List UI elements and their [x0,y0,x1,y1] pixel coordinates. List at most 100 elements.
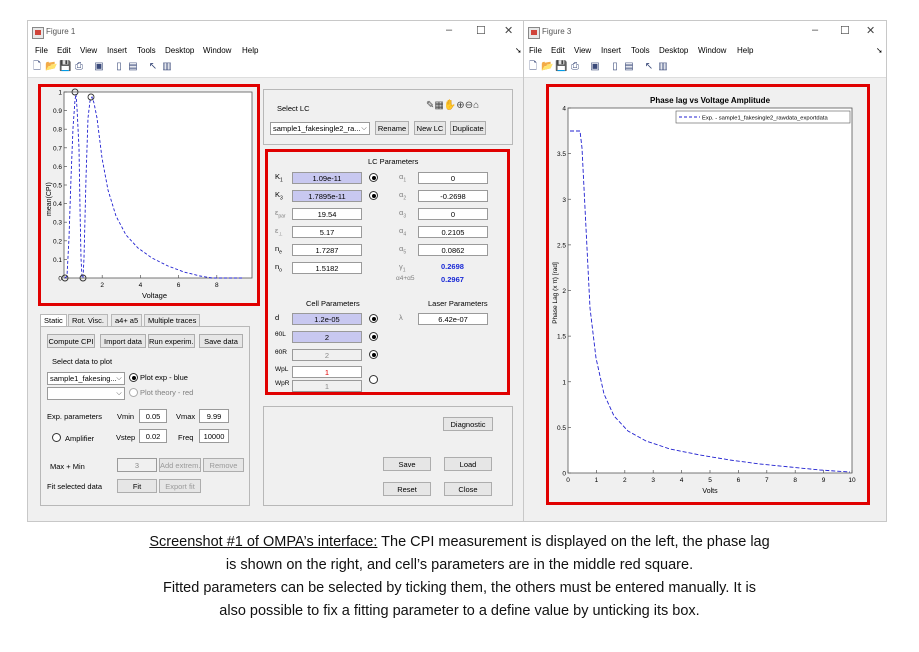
rename-button[interactable]: Rename [375,121,409,135]
menu-view[interactable]: View [574,46,591,55]
link-plot-icon[interactable]: ▣ [93,61,105,73]
duplicate-button[interactable]: Duplicate [450,121,486,135]
menu-help[interactable]: Help [242,46,258,55]
menu-window[interactable]: Window [698,46,726,55]
alpha3-field[interactable]: 0 [418,208,488,220]
alpha5-field[interactable]: 0.0862 [418,244,488,256]
menu-desktop[interactable]: Desktop [659,46,688,55]
load-button[interactable]: Load [444,457,492,471]
tab-rot-visc[interactable]: Rot. Visc. [68,314,108,326]
theta0r-fit-radio[interactable] [369,350,378,359]
minimize-icon[interactable]: – [446,24,452,36]
pointer-icon[interactable]: ↖ [147,61,159,73]
data-cursor-icon[interactable]: ▦ [434,100,443,111]
wpl-field[interactable]: 1 [292,366,362,378]
reset-button[interactable]: Reset [383,482,431,496]
k3-field[interactable]: 1.7895e-11 [292,190,362,202]
pointer-icon[interactable]: ↖ [643,61,655,73]
add-extremum-button[interactable]: Add extrem... [159,458,201,472]
eps-par-field[interactable]: 19.54 [292,208,362,220]
zoom-out-icon[interactable]: ⊖ [465,100,473,111]
run-experiment-button[interactable]: Run experim... [148,334,195,348]
remove-button[interactable]: Remove [203,458,244,472]
max-min-field[interactable]: 3 [117,458,157,472]
plot-theory-radio[interactable] [129,388,138,397]
save-button[interactable]: Save [383,457,431,471]
property-editor-icon[interactable]: ▥ [161,61,173,73]
tab-static[interactable]: Static [40,314,67,326]
menu-file[interactable]: File [35,46,48,55]
k3-fit-radio[interactable] [369,191,378,200]
d-field[interactable]: 1.2e-05 [292,313,362,325]
dock-arrow-icon[interactable]: ➘ [515,46,522,55]
home-icon[interactable]: ⌂ [473,100,479,111]
freq-field[interactable]: 10000 [199,429,229,443]
close-button[interactable]: Close [444,482,492,496]
maximize-icon[interactable]: ☐ [840,24,850,37]
d-fit-radio[interactable] [369,314,378,323]
legend-icon[interactable]: ▤ [623,61,635,73]
tab-multiple-traces[interactable]: Multiple traces [144,314,201,326]
lc-select-dropdown[interactable]: sample1_fakesingle2_ra... ⌵ [270,122,370,135]
legend-icon[interactable]: ▤ [127,61,139,73]
dataset-dropdown[interactable]: sample1_fakesing... ⌵ [47,372,125,385]
minimize-icon[interactable]: – [812,24,818,36]
compute-cpi-button[interactable]: Compute CPI [47,334,95,348]
save-data-button[interactable]: Save data [199,334,243,348]
menu-edit[interactable]: Edit [551,46,565,55]
plot-exp-radio[interactable] [129,373,138,382]
open-file-icon[interactable]: 📂 [45,61,57,73]
save-icon[interactable]: 💾 [555,61,567,73]
menu-file[interactable]: File [529,46,542,55]
alpha4-field[interactable]: 0.2105 [418,226,488,238]
wp-fit-radio[interactable] [369,375,378,384]
menu-desktop[interactable]: Desktop [165,46,194,55]
menu-help[interactable]: Help [737,46,753,55]
property-editor-icon[interactable]: ▥ [657,61,669,73]
theta0l-field[interactable]: 2 [292,331,362,343]
theta0r-field[interactable]: 2 [292,349,362,361]
lambda-field[interactable]: 6.42e-07 [418,313,488,325]
import-data-button[interactable]: Import data [100,334,146,348]
k1-field[interactable]: 1.09e-11 [292,172,362,184]
ne-field[interactable]: 1.7287 [292,244,362,256]
theory-dropdown[interactable]: ⌵ [47,387,125,400]
wpr-field[interactable]: 1 [292,380,362,392]
link-plot-icon[interactable]: ▣ [589,61,601,73]
new-figure-icon[interactable]: 🗋 [31,61,43,73]
theta0l-fit-radio[interactable] [369,332,378,341]
menu-insert[interactable]: Insert [601,46,621,55]
pan-icon[interactable]: ✋ [444,100,456,111]
alpha2-field[interactable]: -0.2698 [418,190,488,202]
vmax-field[interactable]: 9.99 [199,409,229,423]
new-figure-icon[interactable]: 🗋 [527,61,539,73]
zoom-in-icon[interactable]: ⊕ [456,100,464,111]
alpha1-field[interactable]: 0 [418,172,488,184]
export-fit-button[interactable]: Export fit [159,479,201,493]
k1-fit-radio[interactable] [369,173,378,182]
colorbar-icon[interactable]: ▯ [113,61,125,73]
vmin-field[interactable]: 0.05 [139,409,167,423]
menu-window[interactable]: Window [203,46,231,55]
menu-edit[interactable]: Edit [57,46,71,55]
colorbar-icon[interactable]: ▯ [609,61,621,73]
diagnostic-button[interactable]: Diagnostic [443,417,493,431]
menu-view[interactable]: View [80,46,97,55]
save-icon[interactable]: 💾 [59,61,71,73]
amplifier-radio[interactable] [52,433,61,442]
print-icon[interactable]: ⎙ [569,61,581,73]
print-icon[interactable]: ⎙ [73,61,85,73]
close-icon[interactable]: ✕ [504,24,513,37]
tab-a4-a5[interactable]: a4+ a5 [111,314,143,326]
dock-arrow-icon[interactable]: ➘ [876,46,883,55]
close-icon[interactable]: ✕ [866,24,875,37]
no-field[interactable]: 1.5182 [292,262,362,274]
eps-perp-field[interactable]: 5.17 [292,226,362,238]
open-file-icon[interactable]: 📂 [541,61,553,73]
menu-insert[interactable]: Insert [107,46,127,55]
new-lc-button[interactable]: New LC [414,121,446,135]
menu-tools[interactable]: Tools [137,46,156,55]
fit-button[interactable]: Fit [117,479,157,493]
vstep-field[interactable]: 0.02 [139,429,167,443]
maximize-icon[interactable]: ☐ [476,24,486,37]
